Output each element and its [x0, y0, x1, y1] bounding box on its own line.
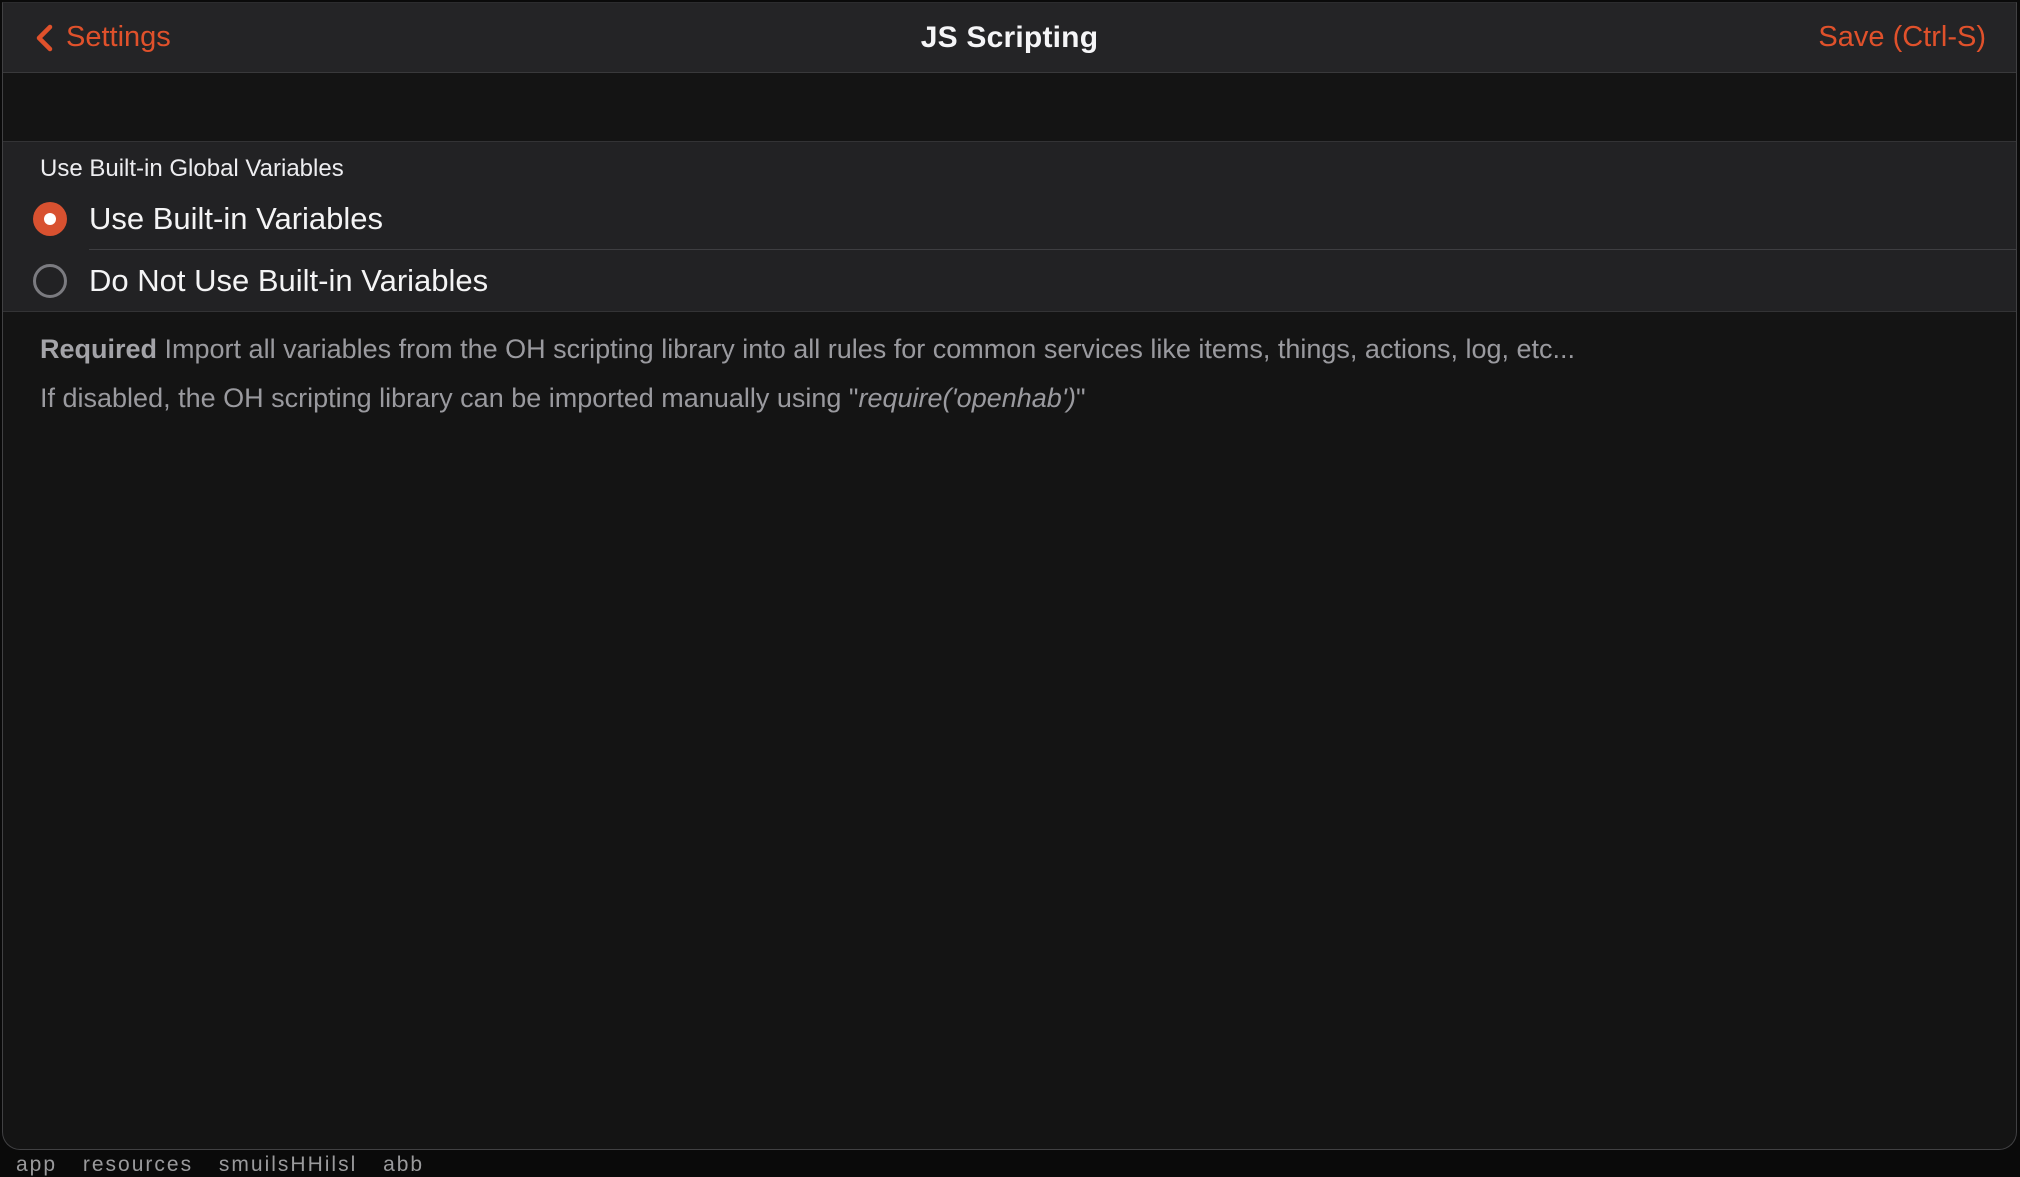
page-title: JS Scripting — [921, 21, 1098, 55]
radio-option-use-built-in-variables[interactable]: Use Built-in Variables — [3, 188, 2016, 249]
save-button[interactable]: Save (Ctrl-S) — [1818, 21, 1986, 54]
radio-option-label: Use Built-in Variables — [89, 201, 383, 237]
settings-sheet: Settings JS Scripting Save (Ctrl-S) Use … — [2, 2, 2017, 1150]
chevron-left-icon — [33, 23, 57, 53]
radio-unchecked-icon — [33, 264, 67, 298]
radio-option-do-not-use-built-in-variables[interactable]: Do Not Use Built-in Variables — [3, 250, 2016, 311]
description-line-2: If disabled, the OH scripting library ca… — [40, 382, 1956, 415]
description-line-2-prefix: If disabled, the OH scripting library ca… — [40, 383, 858, 413]
back-to-settings-button[interactable]: Settings — [33, 21, 171, 54]
description-line-1: Required Import all variables from the O… — [40, 333, 1956, 366]
clipped-background-text: app resources smuilsHHilsl abb — [16, 1153, 424, 1177]
description-code-snippet: require('openhab') — [858, 383, 1075, 413]
required-badge-text: Required — [40, 334, 157, 364]
radio-option-label: Do Not Use Built-in Variables — [89, 263, 488, 299]
back-button-label: Settings — [66, 21, 171, 54]
built-in-variables-group: Use Built-in Global Variables Use Built-… — [3, 141, 2016, 312]
navbar: Settings JS Scripting Save (Ctrl-S) — [3, 3, 2016, 73]
radio-checked-icon — [33, 202, 67, 236]
description-line-1-text: Import all variables from the OH scripti… — [157, 334, 1575, 364]
option-description: Required Import all variables from the O… — [3, 312, 2016, 415]
description-line-2-suffix: " — [1076, 383, 1086, 413]
group-label: Use Built-in Global Variables — [3, 142, 2016, 188]
page-spacer — [3, 73, 2016, 141]
